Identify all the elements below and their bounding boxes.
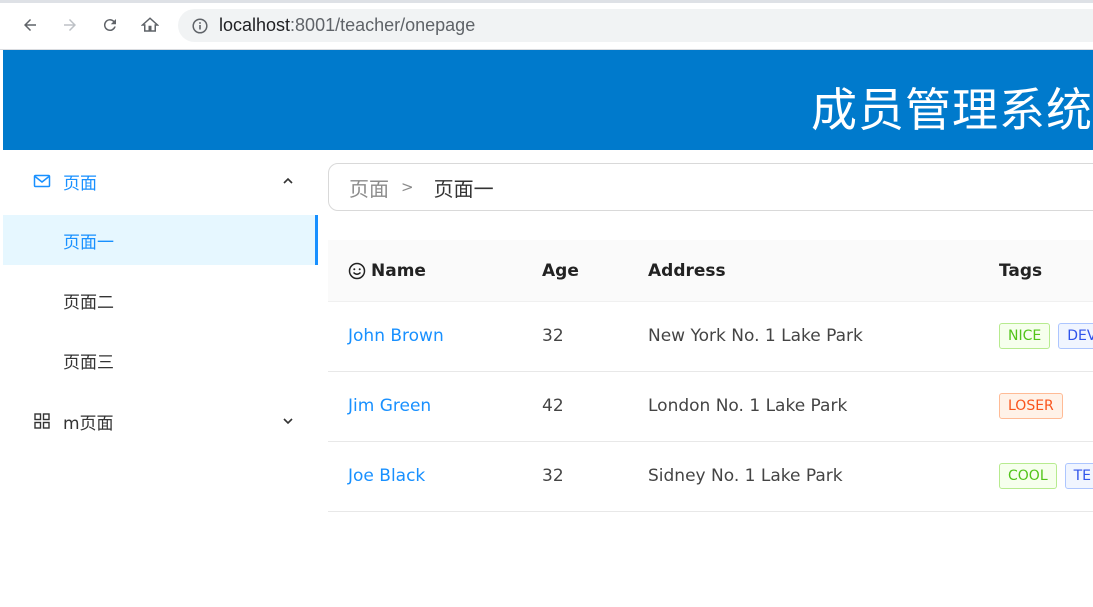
member-name-link[interactable]: Jim Green [348,396,431,416]
member-address: Sidney No. 1 Lake Park [648,466,843,486]
breadcrumb-parent-link[interactable]: 页面 [349,173,389,202]
table-header: Name Age Address Tags [328,240,1093,302]
member-tags: LOSER [999,393,1063,419]
menu-group-m-pages[interactable]: m页面 [3,396,318,446]
table-row: Joe Black 32 Sidney No. 1 Lake Park COOL… [328,442,1093,512]
smile-icon [348,262,366,280]
menu-group-label: 页面 [63,173,97,194]
column-header-address: Address [648,260,726,281]
sidebar-item-label: 页面二 [63,292,114,313]
sidebar-item-label: 页面一 [63,232,114,253]
member-name-link[interactable]: John Brown [348,326,444,346]
reload-button[interactable] [97,12,123,38]
home-icon [141,17,159,32]
menu-group-pages[interactable]: 页面 [3,156,318,206]
forward-arrow-icon [64,19,76,31]
back-arrow-icon [24,19,36,31]
members-table: Name Age Address Tags John Brown 32 New … [328,240,1093,512]
table-row: John Brown 32 New York No. 1 Lake Park N… [328,302,1093,372]
member-address: New York No. 1 Lake Park [648,326,863,346]
chevron-up-icon [281,174,295,188]
address-bar[interactable]: localhost:8001/teacher/onepage [178,9,1093,42]
tag: TE [1064,463,1093,489]
column-header-tags: Tags [999,260,1043,281]
menu-group-label: m页面 [63,413,114,434]
mail-icon [33,172,51,190]
appstore-icon [33,412,51,430]
forward-button[interactable] [57,12,83,38]
home-button[interactable] [137,12,163,38]
url-host: localhost [219,15,291,35]
browser-toolbar: localhost:8001/teacher/onepage [0,0,1093,50]
back-button[interactable] [17,12,43,38]
sidebar-item-page-two[interactable]: 页面二 [3,275,318,325]
column-header-name: Name [348,261,426,281]
table-row: Jim Green 42 London No. 1 Lake Park LOSE… [328,372,1093,442]
member-tags: COOL TE [999,463,1093,489]
sidebar-item-label: 页面三 [63,352,114,373]
tag: NICE [999,323,1051,349]
member-tags: NICE DEV [999,323,1093,349]
url-path: :8001/teacher/onepage [290,15,476,35]
breadcrumb: 页面 > 页面一 [328,163,1093,211]
url-text: localhost:8001/teacher/onepage [219,15,475,36]
member-address: London No. 1 Lake Park [648,396,848,416]
chevron-down-icon [281,414,295,428]
reload-icon [103,19,116,32]
column-header-age: Age [542,260,579,281]
column-header-label: Name [371,260,426,281]
breadcrumb-current: 页面一 [433,176,494,201]
member-age: 32 [542,466,564,486]
tag: COOL [999,463,1057,489]
tag: LOSER [999,393,1063,419]
member-age: 32 [542,326,564,346]
member-age: 42 [542,396,564,416]
breadcrumb-separator: > [401,178,414,196]
member-name-link[interactable]: Joe Black [348,466,425,486]
app-title: 成员管理系统 [811,83,1093,137]
sidebar-item-page-three[interactable]: 页面三 [3,335,318,385]
info-icon[interactable] [192,17,208,34]
tag: DEV [1058,323,1093,349]
main-content: 页面 > 页面一 Name Age Address Tags John Brow… [328,150,1093,607]
tab-strip [0,0,1093,3]
app-header: 成员管理系统 [3,50,1093,150]
sidebar-item-page-one[interactable]: 页面一 [3,215,318,265]
sidebar-menu: 页面 页面一 页面二 页面三 m页面 [3,150,318,607]
